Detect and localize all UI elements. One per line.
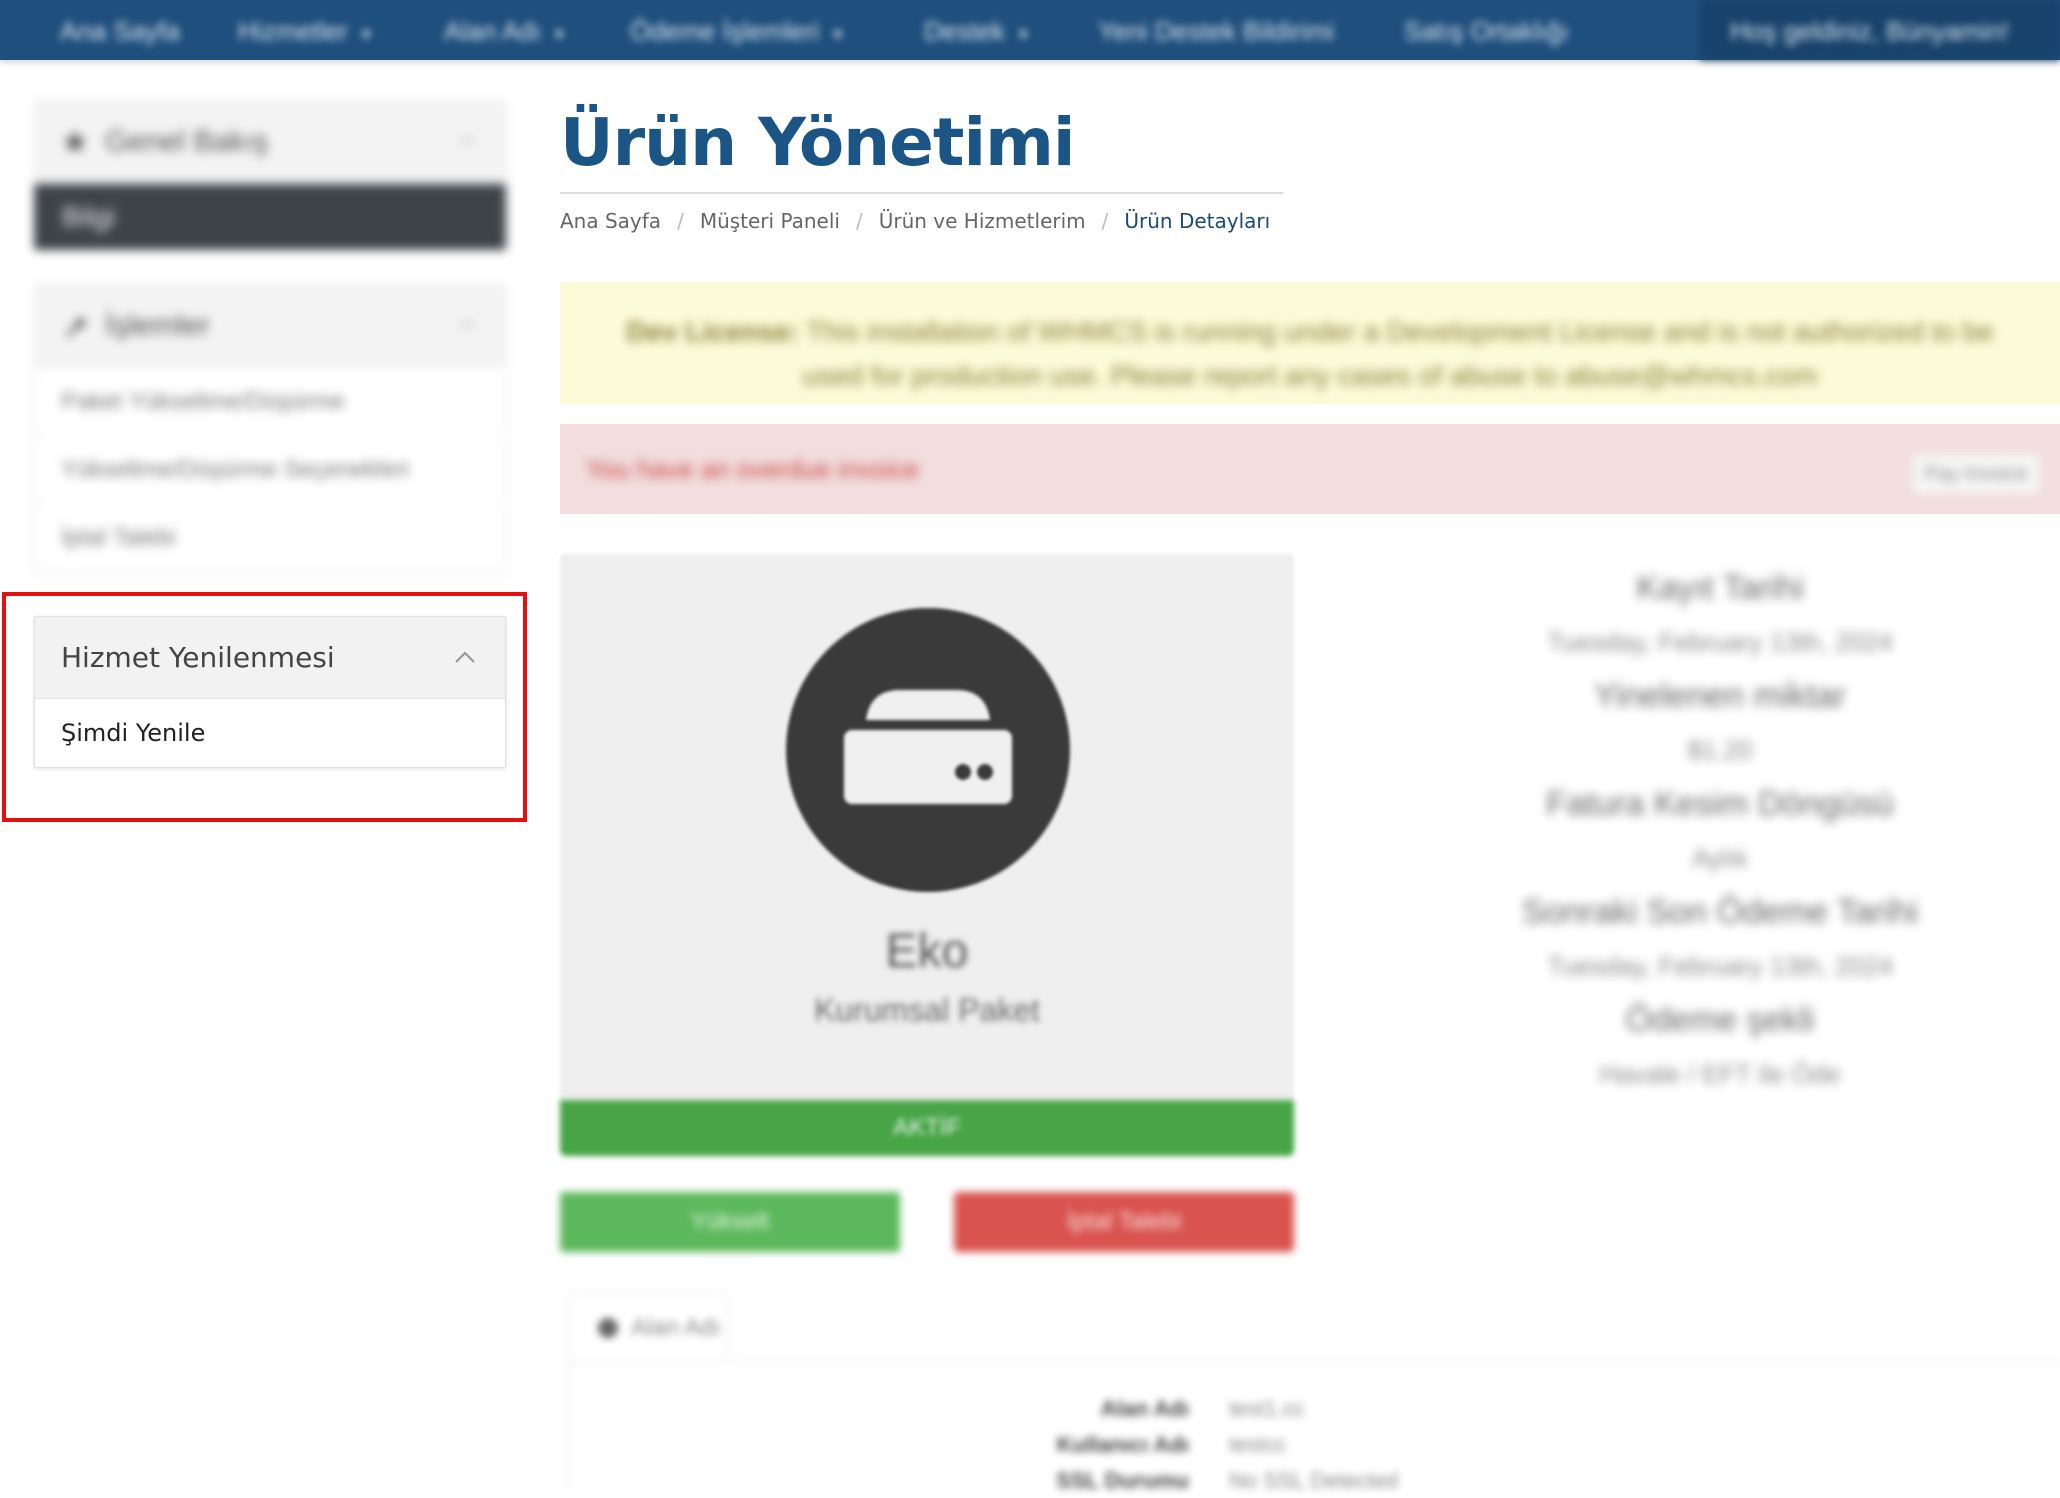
- sidebar-item-upgrade-downgrade[interactable]: Paket Yükseltme/Düşürme: [35, 367, 505, 435]
- overdue-invoice-alert: You have an overdue invoice Pay Invoice: [560, 424, 2060, 514]
- title-divider: [560, 192, 1283, 194]
- service-renewal-title: Hizmet Yenilenmesi: [61, 641, 335, 674]
- chevron-up-icon: [455, 651, 475, 663]
- renew-now-link[interactable]: Şimdi Yenile: [35, 699, 505, 767]
- info-label: Yinelenen miktar: [1594, 677, 1846, 715]
- detail-value: testcc: [1229, 1432, 1287, 1457]
- detail-row: Alan Adı test1.cc: [569, 1396, 2060, 1426]
- service-renewal-panel: Hizmet Yenilenmesi Şimdi Yenile: [34, 616, 506, 768]
- top-navbar: Ana Sayfa Hizmetler ▾ Alan Adı ▾ Ödeme İşl…: [0, 0, 2060, 60]
- tab-domain-label: Alan Adı: [631, 1313, 721, 1341]
- sidebar-item-cancel-request[interactable]: İptal Talebi: [35, 503, 505, 571]
- nav-item-home[interactable]: Ana Sayfa: [60, 16, 180, 47]
- upgrade-button[interactable]: Yükselt: [560, 1192, 900, 1252]
- breadcrumb-separator: /: [855, 209, 863, 233]
- detail-key: Kullanıcı Adı: [1056, 1432, 1189, 1457]
- detail-key: SSL Durumu: [1056, 1468, 1189, 1493]
- product-group: Kurumsal Paket: [814, 992, 1040, 1028]
- product-name: Eko: [885, 925, 969, 978]
- info-label: Fatura Kesim Döngüsü: [1546, 785, 1894, 823]
- breadcrumb-products[interactable]: Ürün ve Hizmetlerim: [879, 209, 1086, 233]
- service-renewal-header[interactable]: Hizmet Yenilenmesi: [35, 617, 505, 699]
- page-title: Ürün Yönetimi: [560, 104, 1075, 181]
- nav-item-support[interactable]: Destek ▾: [924, 16, 1028, 47]
- actions-panel-title: İşlemler: [105, 309, 211, 342]
- detail-row: SSL Durumu No SSL Detected: [569, 1468, 2060, 1498]
- dev-license-label: Dev License:: [626, 316, 799, 347]
- tab-domain[interactable]: Alan Adı: [568, 1292, 728, 1362]
- account-menu[interactable]: Hoş geldiniz, Bünyamin!: [1700, 0, 2060, 60]
- chevron-down-icon: ▾: [361, 24, 371, 44]
- globe-icon: [598, 1317, 618, 1338]
- pay-invoice-button[interactable]: Pay Invoice: [1912, 454, 2040, 494]
- info-label: Ödeme şekli: [1625, 1001, 1815, 1039]
- sidebar-item-upgrade-options[interactable]: Yükseltme/Düşürme Seçenekleri: [35, 435, 505, 503]
- sidebar-item-info[interactable]: Bilgi: [34, 184, 506, 250]
- wrench-icon: [61, 312, 89, 340]
- breadcrumb-separator: /: [1101, 209, 1109, 233]
- chevron-down-icon: ▾: [833, 24, 843, 44]
- breadcrumb: Ana Sayfa / Müşteri Paneli / Ürün ve Hiz…: [560, 209, 1270, 233]
- top-navbar-content: Ana Sayfa Hizmetler ▾ Alan Adı ▾ Ödeme İşl…: [0, 0, 2060, 60]
- star-icon: [61, 128, 89, 156]
- dev-license-message: This installation of WHMCS is running un…: [802, 316, 1994, 391]
- nav-item-label: Hizmetler: [238, 16, 348, 46]
- breadcrumb-separator: /: [677, 209, 684, 233]
- sidebar-item-label: Bilgi: [62, 201, 115, 232]
- sidebar-actions-panel: İşlemler Paket Yükseltme/Düşürme Yükselt…: [34, 284, 506, 572]
- breadcrumb-client-area[interactable]: Müşteri Paneli: [700, 209, 840, 233]
- actions-panel-header[interactable]: İşlemler: [35, 285, 505, 367]
- nav-item-domains[interactable]: Alan Adı ▾: [444, 16, 564, 47]
- chevron-up-icon: [459, 320, 475, 330]
- chevron-up-icon: [459, 136, 475, 146]
- nav-item-label: Destek: [924, 16, 1005, 46]
- nav-item-affiliates[interactable]: Satış Ortaklığı: [1404, 16, 1569, 47]
- overdue-invoice-text: You have an overdue invoice: [586, 454, 919, 484]
- sidebar-overview-panel: Genel Bakış Bilgi: [34, 100, 506, 250]
- info-value: Aylık: [1692, 843, 1748, 873]
- detail-value: test1.cc: [1229, 1396, 1305, 1421]
- status-badge: AKTİF: [560, 1100, 1294, 1156]
- overdue-invoice-content: You have an overdue invoice Pay Invoice: [560, 424, 2060, 514]
- product-info-list: Kayıt Tarihi Tuesday, February 13th, 202…: [1440, 560, 2000, 1100]
- chevron-down-icon: ▾: [1018, 24, 1028, 44]
- chevron-down-icon: ▾: [554, 24, 564, 44]
- info-label: Sonraki Son Ödeme Tarihi: [1521, 893, 1919, 931]
- nav-item-services[interactable]: Hizmetler ▾: [238, 16, 371, 47]
- nav-item-new-ticket[interactable]: Yeni Destek Bildirimi: [1098, 16, 1334, 47]
- product-card: Eko Kurumsal Paket: [560, 554, 1294, 1101]
- info-value: Tuesday, February 13th, 2024: [1547, 951, 1893, 981]
- breadcrumb-home[interactable]: Ana Sayfa: [560, 209, 661, 233]
- tab-domain-body: Alan Adı test1.cc Kullanıcı Adı testcc S…: [568, 1361, 2060, 1493]
- detail-key: Alan Adı: [1100, 1396, 1189, 1421]
- info-value: Tuesday, February 13th, 2024: [1547, 627, 1893, 657]
- server-icon: [786, 608, 1070, 892]
- nav-item-label: Alan Adı: [444, 16, 541, 46]
- overview-panel-title: Genel Bakış: [105, 125, 269, 158]
- info-value: $1.20: [1687, 735, 1753, 765]
- info-label: Kayıt Tarihi: [1636, 569, 1804, 607]
- dev-license-alert: Dev License: This installation of WHMCS …: [560, 282, 2060, 404]
- info-value: Havale / EFT ile Öde: [1599, 1059, 1841, 1089]
- detail-row: Kullanıcı Adı testcc: [569, 1432, 2060, 1462]
- product-tabs: Alan Adı Alan Adı test1.cc Kullanıcı Adı…: [560, 1292, 2060, 1493]
- detail-value: No SSL Detected: [1229, 1468, 1399, 1493]
- nav-item-label: Ödeme İşlemleri: [630, 16, 820, 46]
- overview-panel-header[interactable]: Genel Bakış: [35, 101, 505, 183]
- breadcrumb-current: Ürün Detayları: [1124, 209, 1271, 233]
- dev-license-text: Dev License: This installation of WHMCS …: [560, 282, 2060, 426]
- account-greeting: Hoş geldiniz, Bünyamin!: [1730, 16, 2009, 46]
- cancel-request-button[interactable]: İptal Talebi: [954, 1192, 1294, 1252]
- nav-item-billing[interactable]: Ödeme İşlemleri ▾: [630, 16, 842, 47]
- sidebar: Genel Bakış Bilgi İşlemler Paket Yükselt…: [34, 100, 506, 572]
